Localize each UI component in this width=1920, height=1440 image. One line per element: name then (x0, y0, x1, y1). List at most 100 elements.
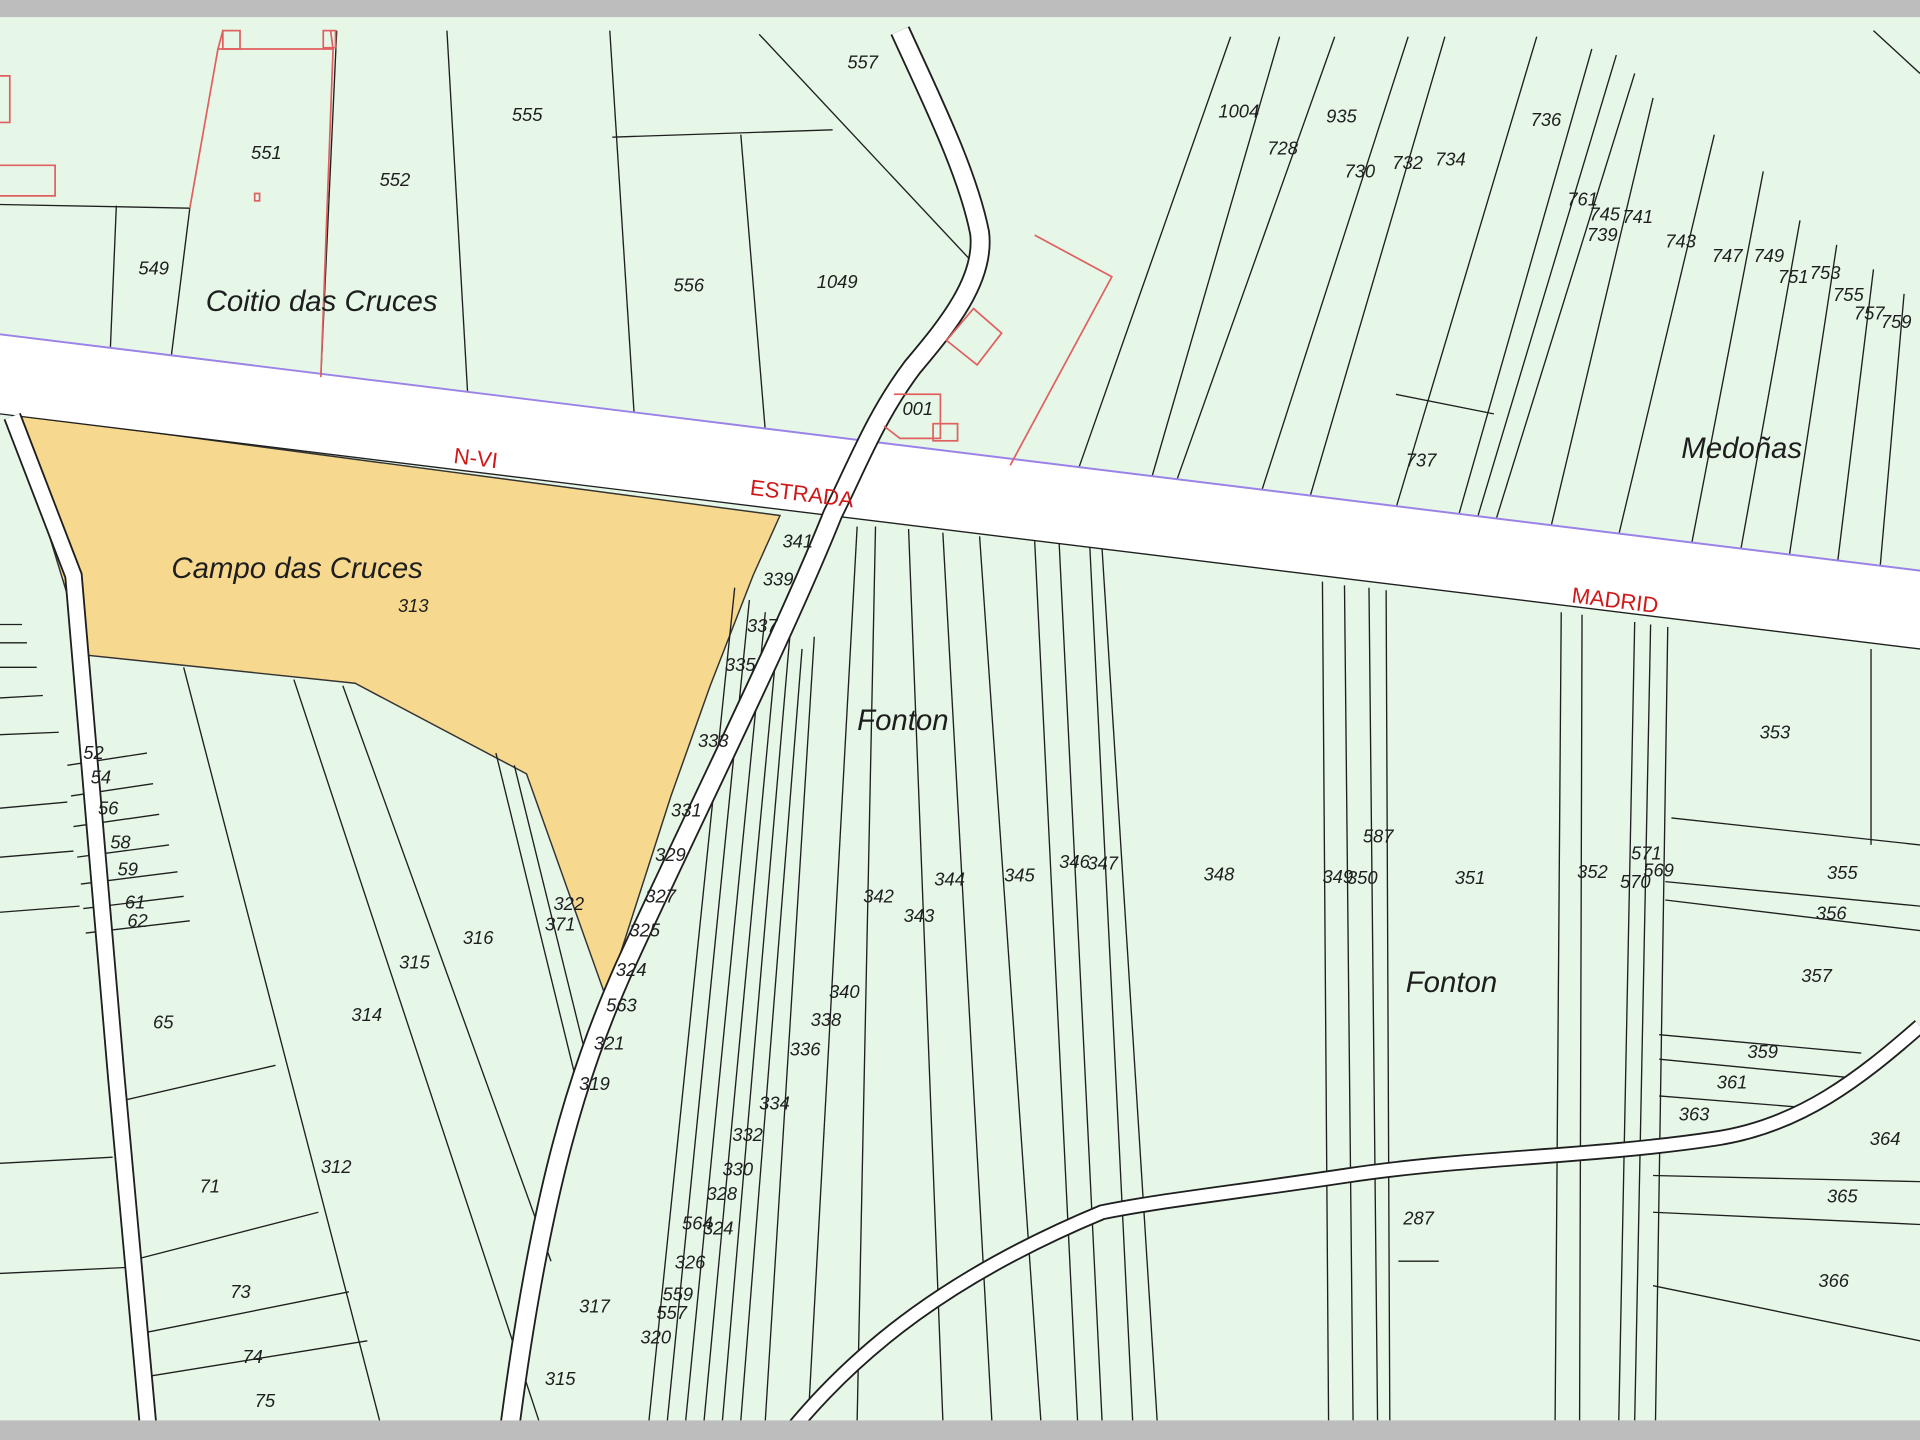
parcel-number: 317 (579, 1296, 610, 1317)
parcel-number: 54 (91, 767, 111, 788)
place-name: Coitio das Cruces (206, 285, 438, 318)
highway-label: N-VI (452, 443, 499, 473)
parcel-number: 342 (863, 885, 894, 906)
parcel-number: 736 (1531, 109, 1562, 130)
parcel-number: 334 (759, 1092, 790, 1113)
parcel-number: 344 (934, 868, 965, 889)
parcel-number: 749 (1753, 245, 1784, 266)
parcel-number: 74 (242, 1346, 262, 1367)
parcel-number: 329 (655, 844, 686, 865)
place-name: Fonton (1406, 966, 1497, 999)
parcel-number: 366 (1818, 1270, 1849, 1291)
parcel-number: 325 (629, 920, 660, 941)
parcel-number: 549 (138, 257, 169, 278)
cadastral-map[interactable]: N-VI ESTRADA MADRID Coitio das Cruces Campo … (0, 0, 1920, 1440)
parcel-number: 340 (829, 981, 860, 1002)
parcel-number: 739 (1587, 224, 1618, 245)
parcel-number: 313 (398, 595, 429, 616)
parcel-number: 346 (1059, 851, 1090, 872)
parcel-number: 747 (1712, 245, 1743, 266)
parcel-number: 556 (673, 274, 704, 295)
parcel-number: 65 (153, 1012, 174, 1033)
place-name: Medoñas (1681, 432, 1802, 465)
parcel-number: 363 (1679, 1103, 1710, 1124)
parcel-number: 336 (790, 1039, 821, 1060)
parcel-number: 287 (1402, 1207, 1434, 1228)
parcel-number: 314 (351, 1004, 382, 1025)
parcel-number: 365 (1827, 1185, 1858, 1206)
parcel-number: 557 (847, 52, 878, 73)
parcel-number: 737 (1406, 450, 1437, 471)
parcel-number: 328 (707, 1183, 738, 1204)
parcel-number: 745 (1589, 203, 1620, 224)
parcel-number: 732 (1392, 152, 1423, 173)
parcel-number: 371 (545, 914, 576, 935)
parcel-number: 333 (698, 730, 729, 751)
parcel-number: 315 (545, 1368, 576, 1389)
parcel-number: 759 (1881, 311, 1912, 332)
parcel-number: 1049 (817, 271, 858, 292)
parcel-number: 56 (98, 797, 119, 818)
parcel-number: 332 (732, 1124, 763, 1145)
parcel-number: 587 (1363, 825, 1394, 846)
parcel-number: 935 (1326, 105, 1357, 126)
parcel-number: 569 (1643, 860, 1674, 881)
parcel-number: 337 (747, 615, 778, 636)
parcel-number: 563 (606, 994, 637, 1015)
parcel-number: 359 (1747, 1041, 1778, 1062)
parcel-number: 728 (1267, 137, 1298, 158)
parcel-number: 355 (1827, 862, 1858, 883)
place-name: Campo das Cruces (171, 552, 423, 585)
parcel-number: 743 (1665, 230, 1696, 251)
parcel-number: 320 (640, 1326, 671, 1347)
parcel-number: 59 (118, 859, 138, 880)
map-frame-bottom (0, 1420, 1920, 1440)
parcel-number: 331 (671, 800, 702, 821)
parcel-number: 347 (1087, 852, 1118, 873)
parcel-number: 352 (1577, 861, 1608, 882)
parcel-number: 62 (127, 910, 147, 931)
parcel-number: 551 (251, 142, 282, 163)
parcel-number: 321 (594, 1032, 625, 1053)
parcel-number: 322 (553, 893, 584, 914)
parcel-number: 751 (1778, 266, 1809, 287)
parcel-number: 73 (230, 1281, 251, 1302)
map-frame-top (0, 0, 1920, 18)
parcel-number: 338 (811, 1009, 842, 1030)
parcel-number: 52 (83, 742, 103, 763)
parcel-number: 335 (725, 654, 756, 675)
parcel-number: 356 (1816, 903, 1847, 924)
parcel-number: 741 (1622, 206, 1653, 227)
parcel-number: 341 (782, 530, 813, 551)
parcel-number: 324 (703, 1217, 734, 1238)
parcel-number: 75 (255, 1390, 276, 1411)
parcel-number: 734 (1435, 148, 1466, 169)
parcel-number: 357 (1801, 965, 1832, 986)
parcel-number: 552 (380, 169, 411, 190)
parcel-number: 330 (722, 1159, 753, 1180)
parcel-number: 351 (1455, 867, 1486, 888)
parcel-number: 312 (321, 1156, 352, 1177)
parcel-number: 339 (763, 568, 794, 589)
parcel-number: 557 (656, 1302, 687, 1323)
parcel-number: 350 (1347, 867, 1378, 888)
parcel-number: 348 (1204, 863, 1235, 884)
parcel-number: 730 (1344, 161, 1375, 182)
parcel-number: 316 (463, 927, 494, 948)
map-canvas[interactable]: N-VIESTRADAMADRIDCoitio das CrucesCampo … (0, 0, 1920, 1440)
parcel-number: 1004 (1218, 101, 1259, 122)
parcel-number: 58 (110, 832, 131, 853)
parcel-number: 555 (512, 104, 543, 125)
parcel-number: 324 (616, 959, 647, 980)
parcel-number: 319 (579, 1073, 610, 1094)
parcel-number: 315 (399, 952, 430, 973)
parcel-number: 71 (200, 1176, 220, 1197)
parcel-number: 353 (1760, 721, 1791, 742)
place-name: Fonton (857, 704, 948, 737)
parcel-number: 364 (1870, 1128, 1901, 1149)
parcel-number: 327 (645, 885, 676, 906)
parcel-number: 345 (1004, 865, 1035, 886)
parcel-number: 753 (1810, 262, 1841, 283)
parcel-number: 343 (904, 905, 935, 926)
parcel-number: 001 (902, 398, 933, 419)
